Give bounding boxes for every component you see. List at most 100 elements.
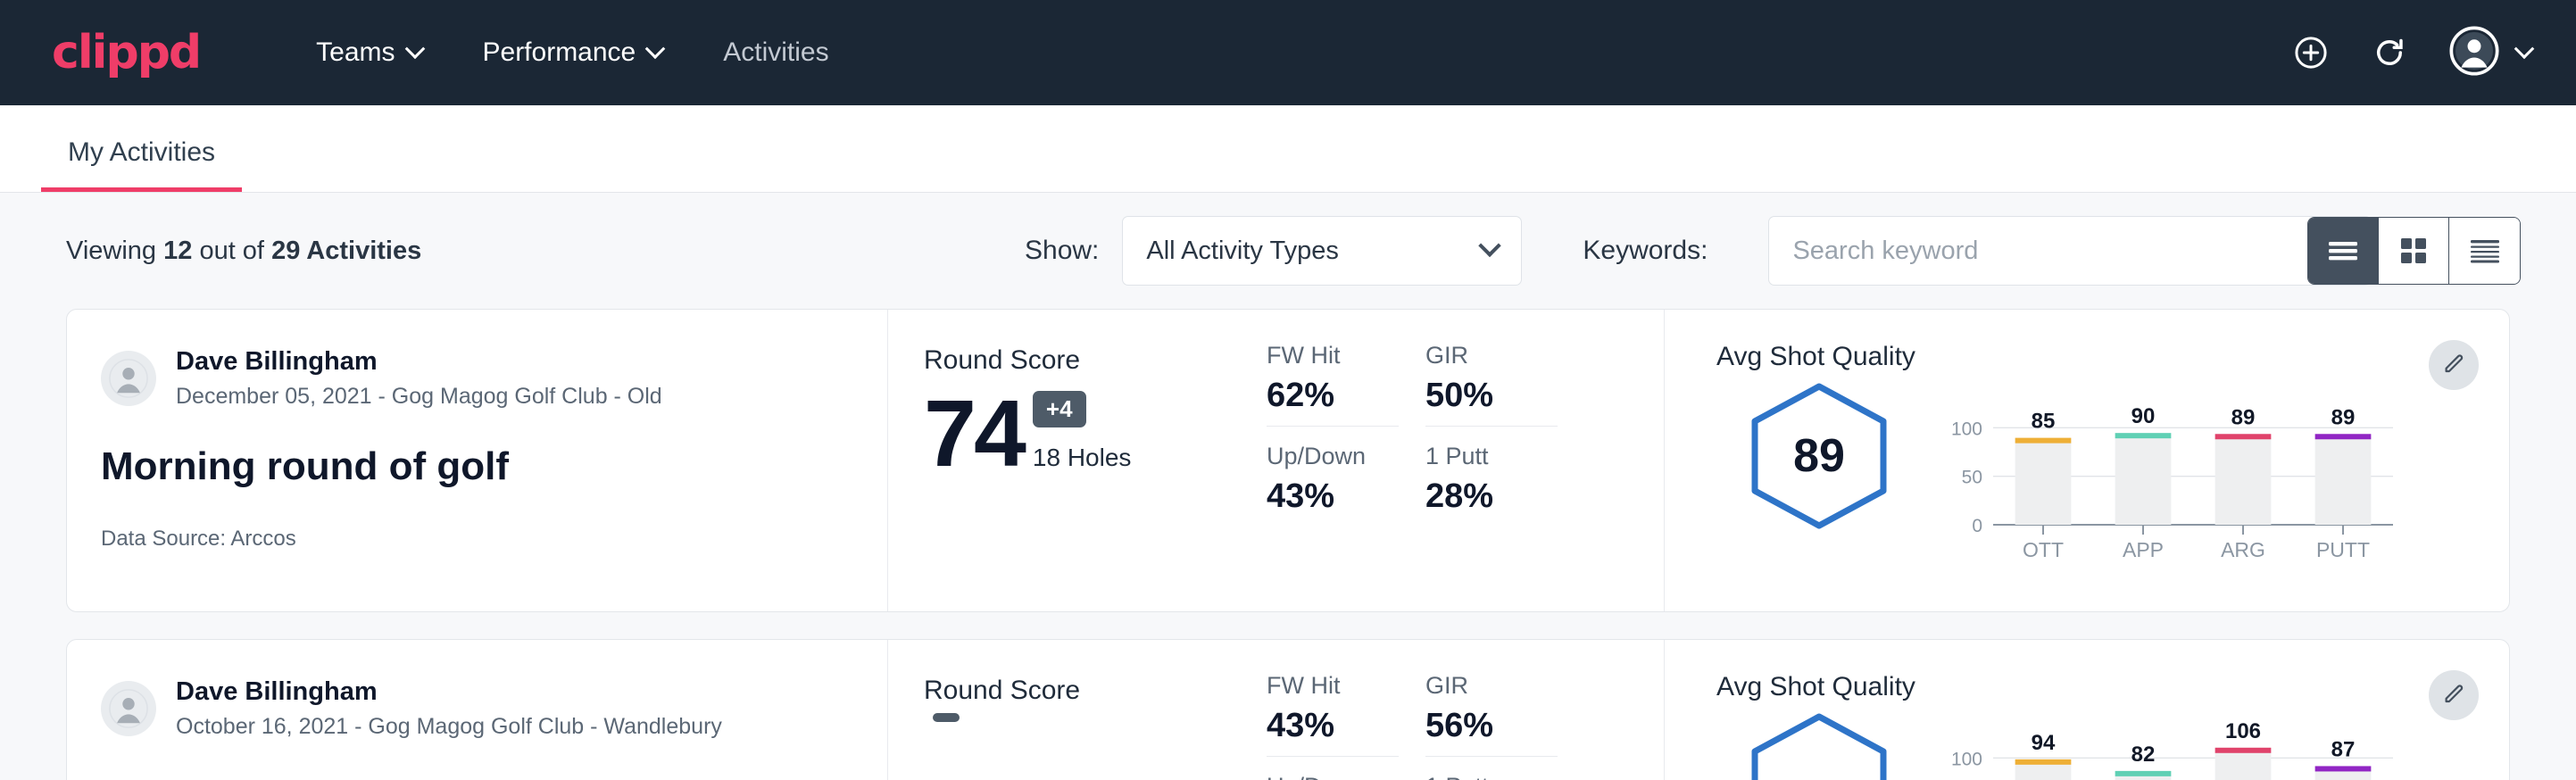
round-score-column: Round Score 74 +4 18 Holes (888, 310, 1245, 611)
svg-text:89: 89 (2231, 405, 2256, 429)
svg-text:85: 85 (2032, 410, 2056, 434)
shot-quality-column: Avg Shot Quality 05010094OTT82APP106ARG8… (1665, 640, 2509, 780)
svg-text:50: 50 (1962, 468, 1982, 488)
stat-up-down: Up/Down (1267, 773, 1399, 780)
player-name: Dave Billingham (176, 345, 662, 379)
stat-value: 43% (1267, 707, 1399, 745)
shot-quality-chart: 05010085OTT90APP89ARG89PUTT (1936, 381, 2400, 568)
view-mode-toggle (2307, 217, 2521, 285)
stat-label: FW Hit (1267, 342, 1399, 369)
tab-label: My Activities (68, 137, 215, 167)
account-avatar-icon (2449, 26, 2499, 80)
activity-card[interactable]: Dave Billingham December 05, 2021 - Gog … (66, 309, 2510, 612)
edit-activity-button[interactable] (2429, 670, 2479, 720)
viewing-middle: out of (199, 236, 264, 265)
svg-text:ARG: ARG (2221, 538, 2265, 561)
svg-text:94: 94 (2032, 731, 2056, 755)
nav-item-activities[interactable]: Activities (693, 29, 859, 77)
round-score-value: 74 (924, 383, 1024, 485)
stats-column: FW Hit 43% GIR 56% Up/Down 1 Putt (1245, 640, 1665, 780)
plus-circle-icon[interactable] (2292, 34, 2330, 71)
stat-one-putt: 1 Putt (1425, 773, 1558, 780)
view-mode-list[interactable] (2308, 218, 2379, 284)
view-mode-compact[interactable] (2449, 218, 2520, 284)
round-score-value-row: 74 +4 18 Holes (924, 383, 1245, 485)
search-keyword-field[interactable] (1768, 216, 2372, 286)
chevron-down-icon (404, 38, 425, 59)
avatar (101, 351, 156, 406)
viewing-prefix: Viewing (66, 236, 156, 265)
refresh-icon[interactable] (2371, 34, 2408, 71)
activity-card-list: Dave Billingham December 05, 2021 - Gog … (0, 309, 2576, 780)
nav-item-performance[interactable]: Performance (453, 29, 694, 77)
activity-type-select[interactable]: All Activity Types (1122, 216, 1522, 286)
navbar-actions (2292, 26, 2531, 80)
svg-text:82: 82 (2131, 743, 2156, 767)
player-header: Dave Billingham October 16, 2021 - Gog M… (101, 676, 852, 743)
activity-info-column: Dave Billingham October 16, 2021 - Gog M… (67, 640, 888, 780)
stat-fw-hit: FW Hit 62% (1267, 342, 1399, 427)
svg-text:89: 89 (2331, 405, 2356, 429)
keywords-label: Keywords: (1583, 236, 1708, 266)
score-to-par-badge: +4 (1033, 391, 1086, 427)
tab-bar: My Activities (0, 105, 2576, 193)
activity-title: Morning round of golf (101, 444, 852, 489)
svg-text:OTT: OTT (2023, 538, 2064, 561)
score-to-par-badge (933, 713, 960, 722)
svg-text:100: 100 (1951, 749, 1982, 769)
chevron-down-icon (1479, 235, 1501, 257)
activity-card[interactable]: Dave Billingham October 16, 2021 - Gog M… (66, 639, 2510, 780)
activity-type-value: All Activity Types (1146, 236, 1338, 266)
round-score-column: Round Score (888, 640, 1245, 780)
player-header: Dave Billingham December 05, 2021 - Gog … (101, 345, 852, 412)
clippd-logo[interactable]: clippd (52, 26, 200, 79)
stat-fw-hit: FW Hit 43% (1267, 672, 1399, 757)
avg-shot-quality-value: 89 (1749, 429, 1889, 483)
activity-meta: December 05, 2021 - Gog Magog Golf Club … (176, 381, 662, 412)
player-name: Dave Billingham (176, 676, 722, 709)
svg-text:PUTT: PUTT (2316, 538, 2370, 561)
stat-value: 43% (1267, 477, 1399, 516)
shot-quality-column: Avg Shot Quality 89 05010085OTT90APP89AR… (1665, 310, 2509, 611)
activity-meta: October 16, 2021 - Gog Magog Golf Club -… (176, 711, 722, 743)
activity-info-column: Dave Billingham December 05, 2021 - Gog … (67, 310, 888, 611)
stat-label: GIR (1425, 342, 1558, 369)
svg-text:90: 90 (2131, 404, 2156, 428)
stat-up-down: Up/Down 43% (1267, 443, 1399, 527)
tab-my-activities[interactable]: My Activities (41, 137, 242, 192)
stat-gir: GIR 50% (1425, 342, 1558, 427)
svg-text:0: 0 (1972, 516, 1982, 536)
search-input[interactable] (1792, 236, 2347, 266)
viewing-count: 12 (163, 236, 192, 265)
account-menu[interactable] (2449, 26, 2531, 80)
round-score-label: Round Score (924, 676, 1245, 706)
nav-item-label: Performance (483, 37, 636, 68)
svg-text:APP: APP (2123, 538, 2164, 561)
main-nav: Teams Performance Activities (286, 29, 859, 77)
view-mode-grid[interactable] (2379, 218, 2449, 284)
stat-value: 56% (1425, 707, 1558, 745)
stat-label: GIR (1425, 672, 1558, 700)
nav-item-teams[interactable]: Teams (286, 29, 452, 77)
stat-value: 62% (1267, 377, 1399, 415)
nav-item-label: Teams (316, 37, 395, 68)
avg-shot-quality-label: Avg Shot Quality (1716, 342, 2509, 372)
stat-value: 50% (1425, 377, 1558, 415)
stat-label: Up/Down (1267, 443, 1399, 470)
stat-label: 1 Putt (1425, 773, 1558, 780)
stat-gir: GIR 56% (1425, 672, 1558, 757)
data-source-label: Data Source: Arccos (101, 527, 852, 552)
stat-label: 1 Putt (1425, 443, 1558, 470)
edit-activity-button[interactable] (2429, 340, 2479, 390)
show-label: Show: (1025, 236, 1099, 266)
shot-quality-chart: 05010094OTT82APP106ARG87PUTT (1936, 711, 2400, 780)
viewing-summary: Viewing 12 out of 29 Activities (66, 236, 421, 266)
chevron-down-icon (645, 38, 666, 59)
quality-hexagon (1716, 711, 1922, 780)
stat-one-putt: 1 Putt 28% (1425, 443, 1558, 527)
viewing-total: 29 Activities (271, 236, 421, 265)
svg-text:87: 87 (2331, 737, 2356, 761)
round-score-value-row (924, 713, 1245, 751)
avatar (101, 681, 156, 736)
svg-text:106: 106 (2225, 719, 2261, 743)
